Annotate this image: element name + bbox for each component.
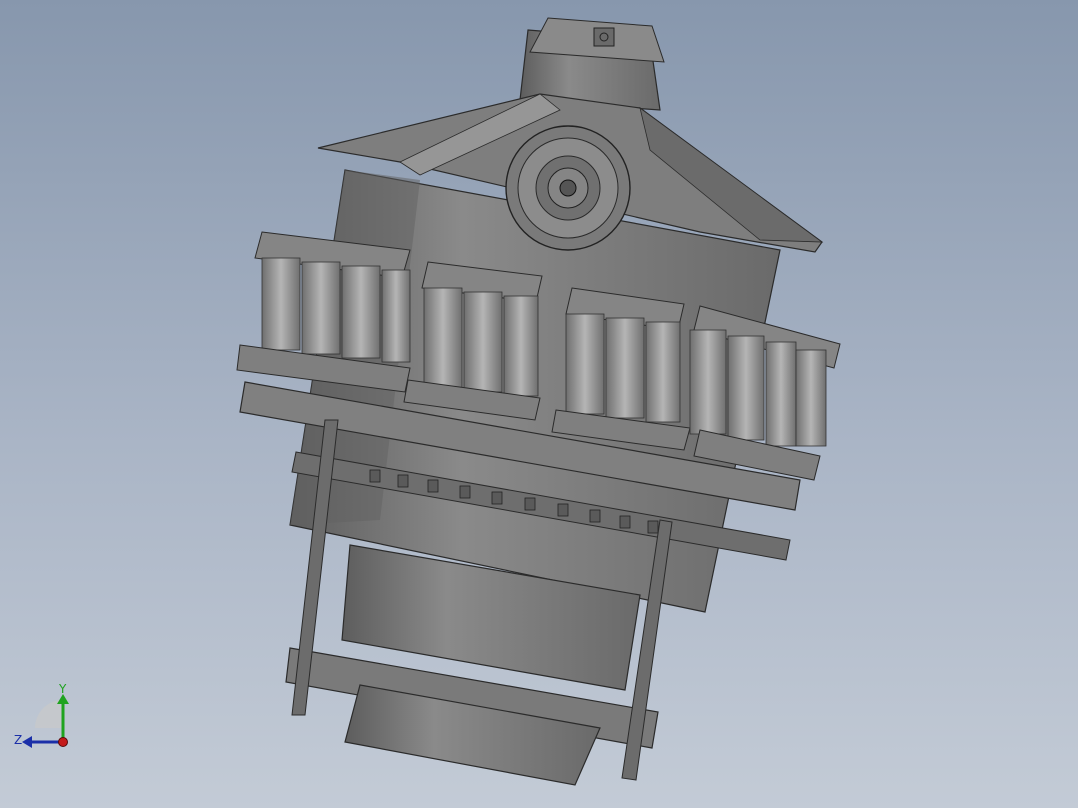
- spring-assembly-right[interactable]: [689, 305, 841, 481]
- spring-assembly-center-left[interactable]: [403, 261, 543, 421]
- spring-assembly-center-right[interactable]: [551, 287, 691, 451]
- cad-graphics-viewport[interactable]: Y Z: [0, 0, 1078, 808]
- x-axis-dot-icon: [58, 737, 68, 747]
- cone-crusher-model[interactable]: [0, 0, 1078, 808]
- z-axis-arrow-icon: [22, 736, 32, 748]
- y-axis-label: Y: [58, 684, 67, 696]
- orientation-triad: Y Z: [14, 684, 69, 748]
- z-axis-label: Z: [14, 733, 22, 747]
- triad-plane: [35, 700, 63, 728]
- drive-pulley[interactable]: [505, 125, 631, 251]
- spring-assembly-left[interactable]: [236, 231, 411, 393]
